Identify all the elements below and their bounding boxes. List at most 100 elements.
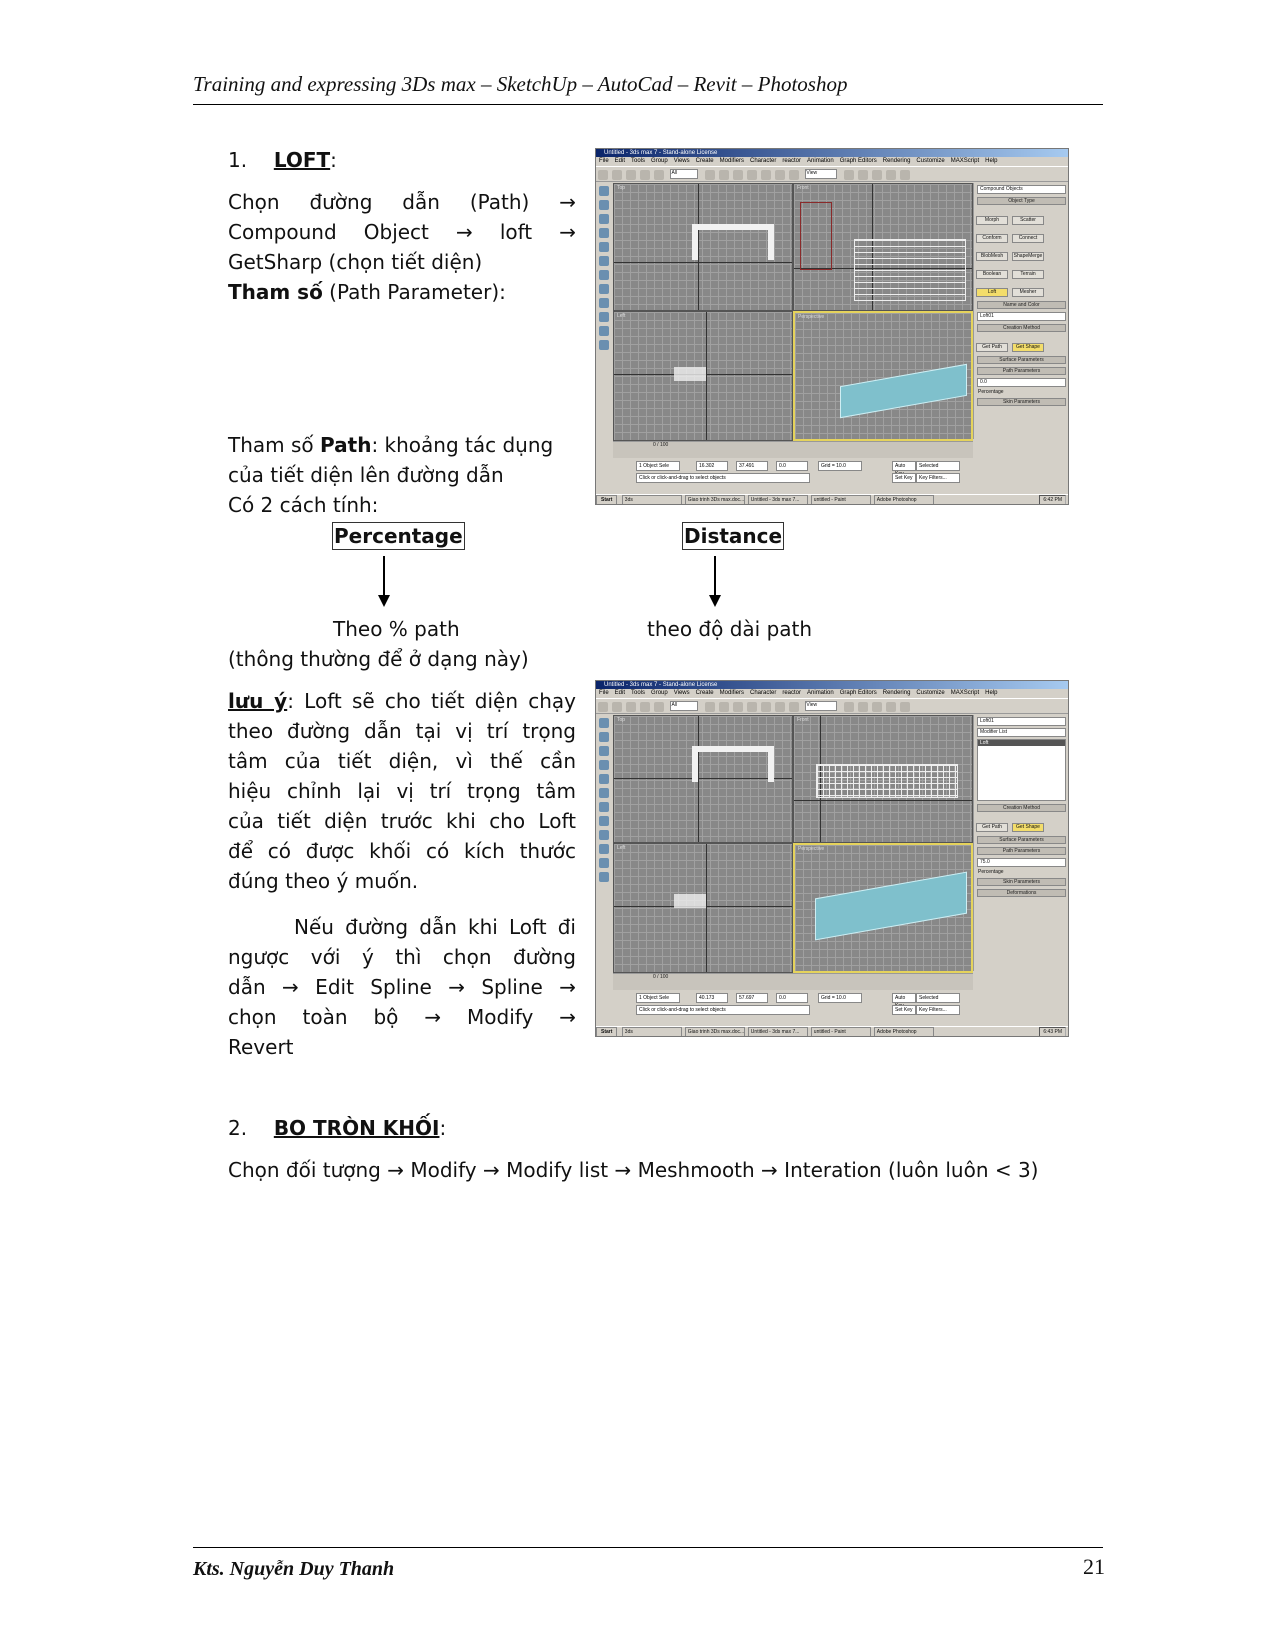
tool-icon[interactable] [599, 186, 609, 196]
auto-key-button[interactable]: Auto Key [892, 993, 916, 1009]
align-icon[interactable] [871, 170, 882, 180]
viewport-label[interactable]: Front [797, 717, 809, 723]
menu-item[interactable]: reactor [782, 690, 801, 696]
tool-icon[interactable] [599, 298, 609, 308]
material-editor-icon[interactable] [885, 702, 896, 712]
tool-icon[interactable] [599, 816, 609, 826]
region-icon[interactable] [732, 702, 743, 712]
material-editor-icon[interactable] [885, 170, 896, 180]
tool-icon[interactable] [599, 326, 609, 336]
viewport-left[interactable]: Left [613, 311, 793, 441]
menu-item[interactable]: Character [750, 158, 776, 164]
mirror-icon[interactable] [857, 170, 868, 180]
rollout-skin-parameters[interactable]: Skin Parameters [977, 398, 1066, 406]
rollout-surface-parameters[interactable]: Surface Parameters [977, 836, 1066, 844]
percentage-radio[interactable]: Percentage [974, 869, 1068, 875]
viewport-front[interactable]: Front [793, 715, 973, 843]
viewport-label[interactable]: Perspective [798, 314, 824, 320]
tool-icon[interactable] [599, 732, 609, 742]
bind-icon[interactable] [654, 170, 664, 180]
key-mode-dropdown[interactable]: Selected [916, 461, 960, 471]
path-spinner[interactable]: 0.0 [977, 378, 1066, 387]
blobmesh-button[interactable]: BlobMesh [976, 252, 1008, 261]
menu-item[interactable]: Rendering [883, 158, 911, 164]
undo-icon[interactable] [598, 170, 608, 180]
y-coord-field[interactable]: 37.491 [736, 461, 768, 471]
menu-item[interactable]: Edit [615, 158, 625, 164]
menu-item[interactable]: MAXScript [951, 690, 979, 696]
tool-icon[interactable] [599, 312, 609, 322]
stack-item-loft[interactable]: Loft [978, 740, 1065, 746]
get-shape-button[interactable]: Get Shape [1012, 343, 1044, 352]
bind-icon[interactable] [654, 702, 664, 712]
category-dropdown[interactable]: Compound Objects [977, 185, 1066, 194]
viewport-top[interactable]: Top [613, 183, 793, 311]
menu-item[interactable]: Edit [615, 690, 625, 696]
selection-filter-dropdown[interactable]: All [670, 169, 699, 179]
rotate-icon[interactable] [774, 702, 785, 712]
tool-icon[interactable] [599, 746, 609, 756]
x-coord-field[interactable]: 40.173 [696, 993, 728, 1003]
menu-item[interactable]: Customize [916, 690, 944, 696]
set-key-button[interactable]: Set Key [892, 473, 916, 483]
scatter-button[interactable]: Scatter [1012, 216, 1044, 225]
tool-icon[interactable] [599, 774, 609, 784]
menu-item[interactable]: Tools [631, 158, 645, 164]
scale-icon[interactable] [788, 170, 799, 180]
tool-icon[interactable] [599, 284, 609, 294]
select-icon[interactable] [704, 170, 715, 180]
taskbar-item[interactable]: 3ds [621, 1027, 682, 1036]
pivot-icon[interactable] [843, 702, 854, 712]
menu-item[interactable]: reactor [782, 158, 801, 164]
ref-coord-dropdown[interactable]: View [805, 701, 838, 711]
taskbar-item[interactable]: untitled - Paint [810, 1027, 871, 1036]
redo-icon[interactable] [612, 170, 622, 180]
menu-item[interactable]: Create [696, 158, 714, 164]
viewport-label[interactable]: Front [797, 185, 809, 191]
tool-icon[interactable] [599, 872, 609, 882]
taskbar-item[interactable]: Untitled - 3ds max 7... [747, 1027, 808, 1036]
start-button[interactable]: Start [596, 495, 618, 504]
menu-item[interactable]: Customize [916, 158, 944, 164]
rollout-creation-method[interactable]: Creation Method [977, 804, 1066, 812]
viewport-label[interactable]: Perspective [798, 846, 824, 852]
menu-item[interactable]: Modifiers [720, 158, 744, 164]
get-path-button[interactable]: Get Path [976, 823, 1008, 832]
rollout-name-color[interactable]: Name and Color [977, 301, 1066, 309]
link-icon[interactable] [626, 170, 636, 180]
render-icon[interactable] [899, 170, 910, 180]
key-filters-button[interactable]: Key Filters... [916, 473, 960, 483]
menu-item[interactable]: Group [651, 158, 668, 164]
morph-button[interactable]: Morph [976, 216, 1008, 225]
viewport-label[interactable]: Top [617, 717, 625, 723]
z-coord-field[interactable]: 0.0 [776, 461, 808, 471]
set-key-button[interactable]: Set Key [892, 1005, 916, 1015]
taskbar-item[interactable]: untitled - Paint [810, 495, 871, 504]
viewport-front[interactable]: Front [793, 183, 973, 311]
menu-item[interactable]: Views [674, 158, 690, 164]
tool-icon[interactable] [599, 802, 609, 812]
unlink-icon[interactable] [640, 170, 650, 180]
start-button[interactable]: Start [596, 1027, 618, 1036]
shapemerge-button[interactable]: ShapeMerge [1012, 252, 1044, 261]
window-crossing-icon[interactable] [746, 702, 757, 712]
ref-coord-dropdown[interactable]: View [805, 169, 838, 179]
menu-item[interactable]: Create [696, 690, 714, 696]
tool-icon[interactable] [599, 214, 609, 224]
mirror-icon[interactable] [857, 702, 868, 712]
y-coord-field[interactable]: 57.697 [736, 993, 768, 1003]
time-slider[interactable]: 0 / 100 [613, 441, 973, 458]
connect-button[interactable]: Connect [1012, 234, 1044, 243]
tool-icon[interactable] [599, 858, 609, 868]
menu-item[interactable]: Rendering [883, 690, 911, 696]
tool-icon[interactable] [599, 830, 609, 840]
menu-item[interactable]: File [599, 690, 609, 696]
align-icon[interactable] [871, 702, 882, 712]
pivot-icon[interactable] [843, 170, 854, 180]
get-path-button[interactable]: Get Path [976, 343, 1008, 352]
rollout-path-parameters[interactable]: Path Parameters [977, 847, 1066, 855]
select-by-name-icon[interactable] [718, 702, 729, 712]
region-icon[interactable] [732, 170, 743, 180]
viewport-label[interactable]: Left [617, 313, 625, 319]
key-mode-dropdown[interactable]: Selected [916, 993, 960, 1003]
